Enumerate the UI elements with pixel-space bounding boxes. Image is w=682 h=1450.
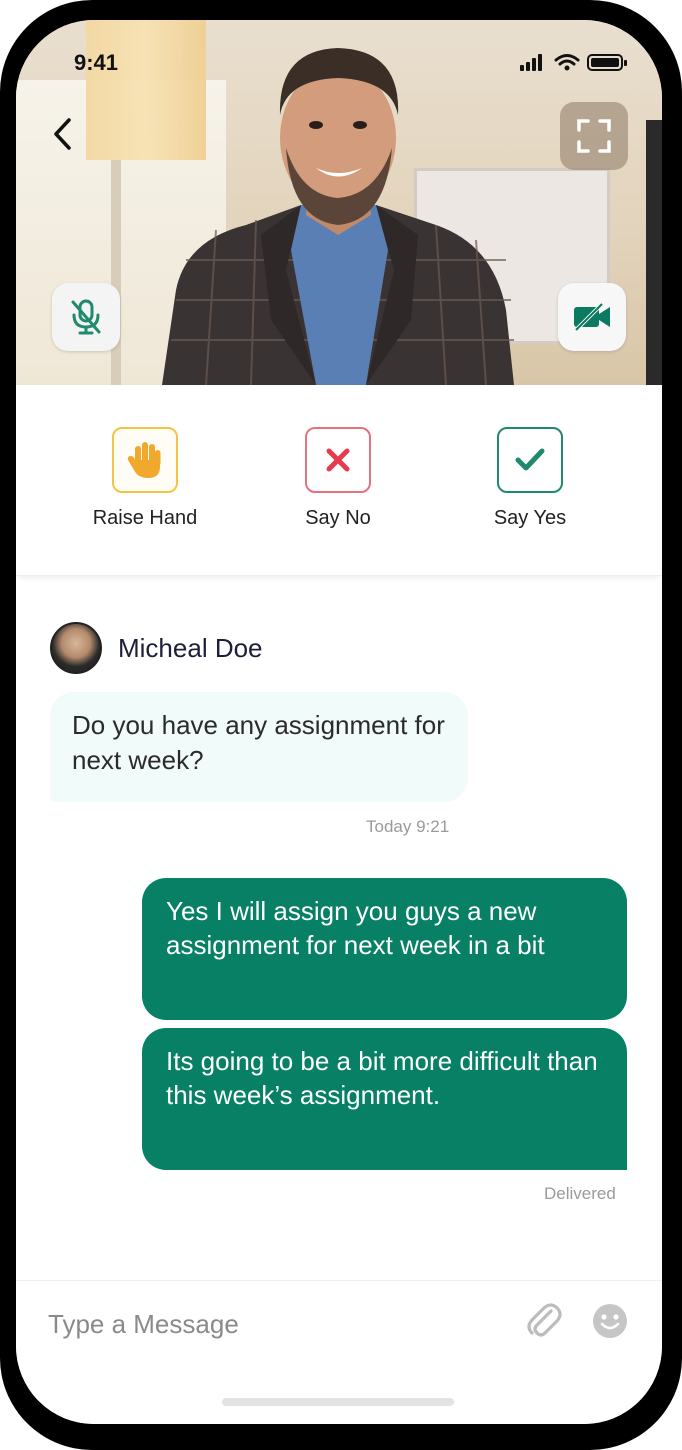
fullscreen-icon: [577, 119, 611, 153]
delivery-status: Delivered: [544, 1184, 616, 1203]
toggle-camera-button[interactable]: [558, 283, 626, 351]
check-icon: [515, 448, 545, 471]
mute-mic-button[interactable]: [52, 283, 120, 351]
video-feed: 9:41: [16, 20, 662, 385]
back-button[interactable]: [44, 112, 80, 156]
paperclip-icon: [527, 1303, 562, 1337]
avatar[interactable]: [50, 622, 102, 674]
status-time: 9:41: [74, 50, 119, 75]
raise-hand-button[interactable]: Raise Hand: [75, 427, 215, 530]
message-timestamp: Today 9:21: [366, 817, 450, 836]
status-bar: 9:41: [16, 20, 662, 90]
incoming-message: Do you have any assignment for next week…: [50, 692, 468, 802]
smiley-icon: [593, 1304, 627, 1338]
outgoing-message: Its going to be a bit more difficult tha…: [142, 1028, 627, 1170]
sender-header: Micheal Doe: [50, 622, 263, 674]
video-off-icon: [574, 302, 610, 332]
close-icon: [326, 448, 350, 472]
sender-name: Micheal Doe: [118, 632, 263, 663]
attach-button[interactable]: [524, 1301, 564, 1341]
message-input[interactable]: [46, 1303, 490, 1345]
mic-off-icon: [71, 299, 101, 335]
say-no-label: Say No: [305, 507, 371, 529]
outgoing-message-text: Its going to be a bit more difficult tha…: [166, 1046, 598, 1110]
chevron-left-icon: [54, 118, 71, 150]
phone-screen: 9:41 Raise Hand Say No Say Yes Micheal D…: [16, 20, 662, 1424]
battery-icon: [587, 54, 627, 71]
status-icons: [520, 54, 627, 71]
say-no-button[interactable]: Say No: [268, 427, 408, 530]
fullscreen-button[interactable]: [560, 102, 628, 170]
incoming-message-text: Do you have any assignment for next week…: [72, 710, 445, 775]
say-yes-button[interactable]: Say Yes: [460, 427, 600, 530]
outgoing-message: Yes I will assign you guys a new assignm…: [142, 878, 627, 1020]
say-yes-box: [497, 427, 563, 493]
outgoing-message-text: Yes I will assign you guys a new assignm…: [166, 896, 545, 960]
wifi-icon: [554, 54, 580, 66]
home-indicator[interactable]: [222, 1398, 454, 1406]
raise-hand-box: [112, 427, 178, 493]
emoji-button[interactable]: [590, 1301, 630, 1341]
say-yes-label: Say Yes: [493, 507, 567, 529]
reaction-bar: Raise Hand Say No Say Yes: [16, 385, 662, 576]
signal-icon: [520, 54, 542, 71]
phone-frame: 9:41 Raise Hand Say No Say Yes Micheal D…: [0, 0, 682, 1450]
hand-icon: [127, 442, 161, 478]
say-no-box: [305, 427, 371, 493]
raise-hand-label: Raise Hand: [92, 507, 198, 529]
